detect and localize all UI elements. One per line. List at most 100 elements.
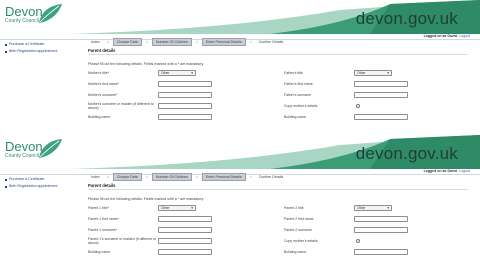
progress-step[interactable]: Index (88, 174, 103, 180)
chevron-down-icon: ▾ (191, 71, 193, 75)
progress-step[interactable]: Confirm Details (256, 174, 287, 180)
field-label: Parent 2 title (284, 206, 304, 210)
text-input[interactable] (354, 249, 408, 255)
progress-step[interactable]: Number Of Children (151, 37, 192, 46)
text-input[interactable] (354, 81, 408, 87)
sidebar-link-label: Purchase a Certificate (9, 177, 45, 181)
text-input[interactable] (354, 92, 408, 98)
field-label: Father's first name (284, 82, 313, 86)
parent-form: Parent 1 title* Other ▾ Parent 2 title Other… (88, 205, 468, 260)
sidebar-link[interactable]: Purchase a Certificate (5, 41, 80, 48)
screenshot-panel: Devon County Council devon.gov.uk Logged on… (0, 0, 480, 135)
form-row: Mother's surname or maiden (if different… (88, 102, 468, 114)
progress-step[interactable]: Choose Date (112, 37, 142, 46)
progress-step[interactable]: Enter Personal Details (201, 172, 246, 181)
form-row: Parent 1 title* Other ▾ Parent 2 title Other… (88, 205, 468, 216)
title-select[interactable]: Other ▾ (354, 70, 392, 76)
sidebar: Purchase a Certificate Birth Registration… (5, 176, 80, 190)
step-separator-icon: > (249, 39, 252, 44)
field-label: Building name (284, 250, 307, 254)
site-header: Devon County Council devon.gov.uk (0, 0, 480, 34)
field-label: Building name (88, 115, 111, 119)
field-label: Mother's title* (88, 71, 110, 75)
step-separator-icon: > (106, 174, 109, 179)
field-label: Parent 2 first name (284, 217, 314, 221)
field-label: Parent 1 title* (88, 206, 110, 210)
field-label: Mother's surname or maiden (if different… (88, 102, 154, 110)
sidebar: Purchase a Certificate Birth Registration… (5, 41, 80, 55)
form-row: Mother's first name* Father's first name (88, 81, 468, 92)
step-separator-icon: > (249, 174, 252, 179)
title-select[interactable]: Other ▾ (354, 205, 392, 211)
sidebar-link-label: Birth Registration appointment (9, 49, 58, 53)
form-row: Building name Building name (88, 249, 468, 260)
copy-details-checkbox[interactable] (356, 104, 360, 108)
text-input[interactable] (158, 103, 212, 109)
select-value: Other (161, 206, 170, 210)
sidebar-link-label: Birth Registration appointment (9, 184, 58, 188)
form-row: Parent 1's surname or maiden (if differe… (88, 237, 468, 249)
text-input[interactable] (158, 238, 212, 244)
progress-step[interactable]: Choose Date (112, 172, 142, 181)
text-input[interactable] (158, 92, 212, 98)
progress-step[interactable]: Enter Personal Details (201, 37, 246, 46)
field-label: Copy mother's details (284, 104, 318, 108)
step-separator-icon: > (106, 39, 109, 44)
field-label: Parent 1's surname or maiden (if differe… (88, 237, 157, 245)
field-label: Father's surname (284, 93, 312, 97)
bullet-icon (5, 50, 7, 53)
form-row: Parent 1 first name* Parent 2 first name (88, 216, 468, 227)
section-title: Parent details (88, 183, 468, 190)
field-label: Parent 1 first name* (88, 217, 119, 221)
parent-form: Mother's title* Other ▾ Father's title Other… (88, 70, 468, 125)
field-label: Parent 1 surname* (88, 228, 118, 232)
leaf-logo-icon (39, 139, 62, 158)
form-row: Mother's title* Other ▾ Father's title Other… (88, 70, 468, 81)
field-label: Mother's surname* (88, 93, 118, 97)
text-input[interactable] (158, 227, 212, 233)
bullet-icon (5, 185, 7, 188)
text-input[interactable] (158, 81, 212, 87)
text-input[interactable] (354, 227, 408, 233)
step-separator-icon: > (195, 39, 198, 44)
main-content: Index > Choose Date > Number Of Children > Ent… (88, 37, 468, 125)
field-label: Mother's first name* (88, 82, 120, 86)
screenshot-panel: Devon County Council devon.gov.uk Logged on… (0, 135, 480, 270)
sidebar-link[interactable]: Birth Registration appointment (5, 48, 80, 55)
progress-steps: Index > Choose Date > Number Of Children > Ent… (88, 172, 468, 181)
bullet-icon (5, 178, 7, 181)
chevron-down-icon: ▾ (387, 206, 389, 210)
text-input[interactable] (158, 216, 212, 222)
chevron-down-icon: ▾ (191, 206, 193, 210)
leaf-logo-icon (39, 4, 62, 23)
title-select[interactable]: Other ▾ (158, 70, 196, 76)
select-value: Other (357, 71, 366, 75)
form-instructions: Please fill out the following details. F… (88, 62, 204, 66)
copy-details-checkbox[interactable] (356, 239, 360, 243)
select-value: Other (161, 71, 170, 75)
form-instructions: Please fill out the following details. F… (88, 197, 204, 201)
progress-step[interactable]: Confirm Details (256, 39, 287, 45)
title-select[interactable]: Other ▾ (158, 205, 196, 211)
field-label: Father's title (284, 71, 303, 75)
site-header: Devon County Council devon.gov.uk (0, 135, 480, 169)
bullet-icon (5, 43, 7, 46)
text-input[interactable] (354, 216, 408, 222)
select-value: Other (357, 206, 366, 210)
progress-steps: Index > Choose Date > Number Of Children > Ent… (88, 37, 468, 46)
site-domain: devon.gov.uk (355, 9, 458, 28)
sidebar-link[interactable]: Purchase a Certificate (5, 176, 80, 183)
site-domain: devon.gov.uk (355, 144, 458, 163)
text-input[interactable] (354, 114, 408, 120)
field-label: Parent 2 surname (284, 228, 312, 232)
progress-step[interactable]: Number Of Children (151, 172, 192, 181)
text-input[interactable] (158, 114, 212, 120)
chevron-down-icon: ▾ (387, 71, 389, 75)
sidebar-link-label: Purchase a Certificate (9, 42, 45, 46)
step-separator-icon: > (145, 39, 148, 44)
field-label: Copy mother's details (284, 239, 318, 243)
section-title: Parent details (88, 48, 468, 55)
text-input[interactable] (158, 249, 212, 255)
progress-step[interactable]: Index (88, 39, 103, 45)
sidebar-link[interactable]: Birth Registration appointment (5, 183, 80, 190)
